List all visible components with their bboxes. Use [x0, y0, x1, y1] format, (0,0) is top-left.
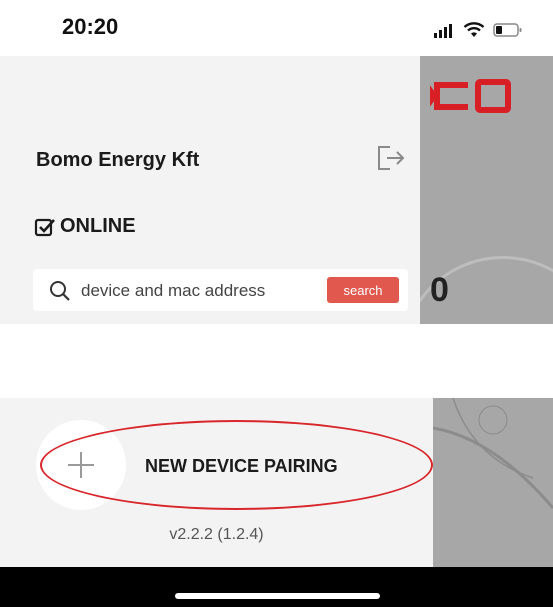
plus-circle: [36, 420, 126, 510]
search-input[interactable]: [79, 277, 313, 305]
wifi-icon: [463, 22, 485, 37]
status-time: 20:20: [62, 14, 119, 39]
logout-icon[interactable]: [376, 144, 406, 172]
background-app-bottom: [433, 398, 553, 567]
plus-icon: [68, 452, 94, 478]
side-drawer-top: Bomo Energy Kft ONLINE search: [0, 56, 420, 324]
search-box: search: [33, 269, 408, 311]
home-indicator[interactable]: [175, 593, 380, 599]
side-drawer-bottom: NEW DEVICE PAIRING v2.2.2 (1.2.4): [0, 398, 433, 567]
pairing-label: NEW DEVICE PAIRING: [145, 456, 338, 476]
company-name: Bomo Energy Kft: [36, 149, 200, 171]
online-label: ONLINE: [60, 215, 136, 237]
online-status: ONLINE: [34, 215, 136, 238]
cellular-signal-icon: [434, 24, 452, 38]
gauge-value: 0: [430, 271, 449, 309]
background-app-top: 0: [420, 56, 553, 324]
brand-logo: [430, 79, 511, 113]
battery-icon: [493, 23, 522, 37]
new-device-pairing-button[interactable]: NEW DEVICE PAIRING: [0, 398, 433, 518]
search-icon: [50, 281, 70, 301]
map-decoration: [433, 398, 553, 509]
checkbox-checked-icon: [34, 218, 55, 236]
status-icons: [433, 20, 523, 40]
search-button[interactable]: search: [327, 277, 399, 303]
status-bar: 20:20: [0, 0, 553, 56]
home-area: [0, 567, 553, 607]
app-version: v2.2.2 (1.2.4): [169, 526, 264, 543]
